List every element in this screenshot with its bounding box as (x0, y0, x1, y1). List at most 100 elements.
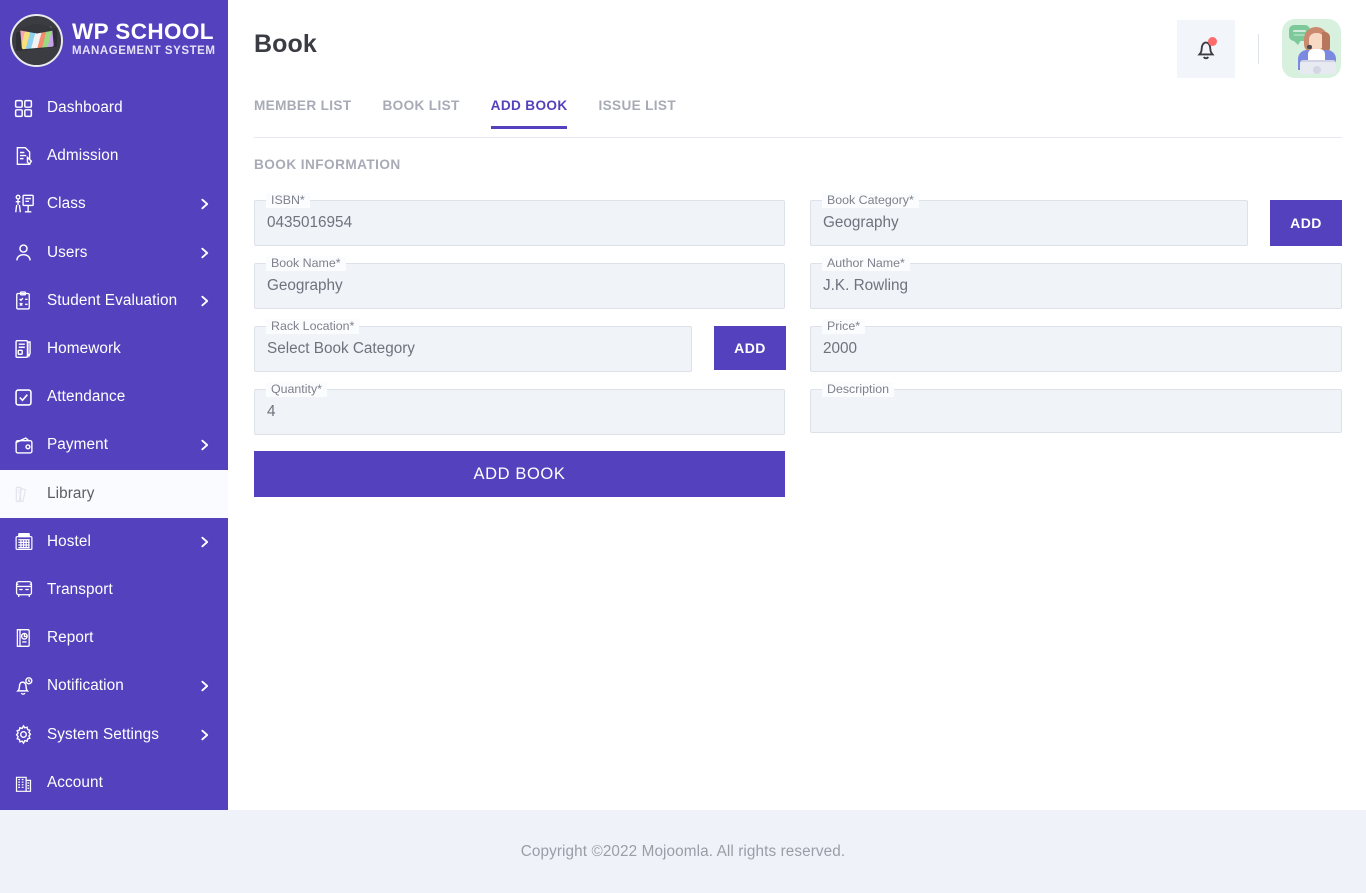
sidebar-item-payment[interactable]: Payment (0, 421, 228, 469)
chevron-right-icon (198, 728, 211, 741)
rack-location-label: Rack Location* (266, 319, 360, 334)
chevron-right-icon (198, 198, 211, 211)
checkbox-square-icon (13, 384, 43, 410)
sidebar-item-library[interactable]: Library (0, 469, 228, 518)
sidebar-item-label: Notification (47, 677, 124, 695)
sidebar-item-admission[interactable]: Admission (0, 132, 228, 180)
add-book-submit-button[interactable]: ADD BOOK (254, 451, 785, 497)
isbn-label: ISBN* (266, 193, 310, 208)
sidebar-item-label: Transport (47, 580, 113, 598)
header-actions (1177, 19, 1341, 78)
book-name-label: Book Name* (266, 256, 346, 271)
isbn-field[interactable]: ISBN* 0435016954 (254, 193, 785, 246)
book-category-label: Book Category* (822, 193, 919, 208)
rack-location-field[interactable]: Rack Location* Select Book Category (254, 319, 692, 372)
quantity-value: 4 (267, 403, 276, 420)
sidebar-item-dashboard[interactable]: Dashboard (0, 84, 228, 132)
books-icon (13, 481, 43, 507)
sidebar-item-class[interactable]: Class (0, 180, 228, 228)
sidebar-item-student-evaluation[interactable]: Student Evaluation (0, 277, 228, 325)
author-name-label: Author Name* (822, 256, 910, 271)
sidebar-item-label: Report (47, 629, 94, 647)
sidebar-item-homework[interactable]: Homework (0, 325, 228, 373)
footer: Copyright ©2022 Mojoomla. All rights res… (0, 810, 1366, 893)
copyright-text: Copyright ©2022 Mojoomla. All rights res… (520, 842, 846, 860)
sidebar-item-label: Payment (47, 436, 109, 454)
sidebar-item-label: Dashboard (47, 99, 123, 117)
price-value: 2000 (823, 340, 858, 357)
bus-icon (13, 577, 43, 603)
price-label: Price* (822, 319, 866, 334)
book-category-value: Geography (823, 214, 899, 231)
sidebar-item-hostel[interactable]: Hostel (0, 518, 228, 566)
notification-badge-dot (1208, 36, 1217, 46)
avatar[interactable] (1282, 19, 1341, 78)
sidebar-item-label: Users (47, 243, 88, 261)
grid-dashboard-icon (13, 95, 43, 121)
building-account-icon (13, 770, 43, 796)
tab-bar: MEMBER LIST BOOK LIST ADD BOOK ISSUE LIS… (254, 98, 1342, 138)
hostel-building-icon (13, 529, 43, 555)
chevron-right-icon (198, 535, 211, 548)
book-name-value: Geography (267, 277, 343, 294)
chevron-right-icon (198, 294, 211, 307)
brand-header[interactable]: WP SCHOOL MANAGEMENT SYSTEM (0, 0, 228, 80)
tab-add-book[interactable]: ADD BOOK (490, 98, 568, 129)
sidebar-item-label: System Settings (47, 725, 160, 743)
top-header: Book (228, 0, 1366, 95)
report-chart-icon (13, 625, 43, 651)
description-label: Description (822, 382, 894, 397)
wallet-icon (13, 432, 43, 458)
sidebar-item-label: Homework (47, 340, 121, 358)
sidebar-item-label: Admission (47, 147, 119, 165)
notebook-pencil-icon (13, 336, 43, 362)
user-icon (13, 240, 43, 266)
sidebar-item-label: Account (47, 773, 103, 791)
sidebar-item-label: Library (47, 484, 95, 502)
brand-name: WP SCHOOL (72, 18, 214, 44)
notification-button[interactable] (1177, 19, 1235, 78)
book-name-field[interactable]: Book Name* Geography (254, 256, 785, 309)
bell-clock-icon (13, 673, 43, 699)
brand-text: WP SCHOOL MANAGEMENT SYSTEM (72, 18, 216, 60)
tab-issue-list[interactable]: ISSUE LIST (598, 98, 676, 128)
graduation-cap-logo (10, 13, 63, 67)
chevron-right-icon (198, 439, 211, 452)
sidebar-item-report[interactable]: Report (0, 614, 228, 662)
app-root: WP SCHOOL MANAGEMENT SYSTEM Dashboard Ad… (0, 0, 1366, 893)
tab-member-list[interactable]: MEMBER LIST (254, 98, 352, 128)
sidebar-item-label: Hostel (47, 532, 91, 550)
sidebar-item-account[interactable]: Account (0, 759, 228, 807)
description-field[interactable]: Description (810, 382, 1342, 433)
chevron-right-icon (198, 680, 211, 693)
page-title: Book (254, 30, 317, 58)
sidebar-item-label: Class (47, 195, 86, 213)
quantity-field[interactable]: Quantity* 4 (254, 382, 785, 435)
book-category-field[interactable]: Book Category* Geography (810, 193, 1248, 246)
gear-icon (13, 722, 43, 748)
sidebar-item-transport[interactable]: Transport (0, 566, 228, 614)
sidebar-item-notification[interactable]: Notification (0, 662, 228, 710)
header-divider (1258, 33, 1259, 64)
add-book-category-button[interactable]: ADD (1270, 200, 1342, 246)
section-title: BOOK INFORMATION (254, 157, 401, 172)
teacher-board-icon (13, 191, 43, 217)
sidebar-item-label: Student Evaluation (47, 291, 178, 309)
sidebar-item-users[interactable]: Users (0, 229, 228, 277)
author-name-field[interactable]: Author Name* J.K. Rowling (810, 256, 1342, 309)
sidebar-item-system-settings[interactable]: System Settings (0, 710, 228, 758)
tab-book-list[interactable]: BOOK LIST (383, 98, 460, 128)
price-field[interactable]: Price* 2000 (810, 319, 1342, 372)
isbn-value: 0435016954 (267, 214, 353, 231)
sidebar-item-label: Attendance (47, 388, 126, 406)
rack-location-value: Select Book Category (267, 340, 415, 357)
quantity-label: Quantity* (266, 382, 327, 397)
sidebar: WP SCHOOL MANAGEMENT SYSTEM Dashboard Ad… (0, 0, 228, 810)
clipboard-check-icon (13, 288, 43, 314)
sidebar-nav: Dashboard Admission Class Users Student … (0, 80, 228, 807)
author-name-value: J.K. Rowling (823, 277, 909, 294)
document-pen-icon (13, 143, 43, 169)
add-rack-location-button[interactable]: ADD (714, 326, 786, 370)
sidebar-item-attendance[interactable]: Attendance (0, 373, 228, 421)
chevron-right-icon (198, 246, 211, 259)
